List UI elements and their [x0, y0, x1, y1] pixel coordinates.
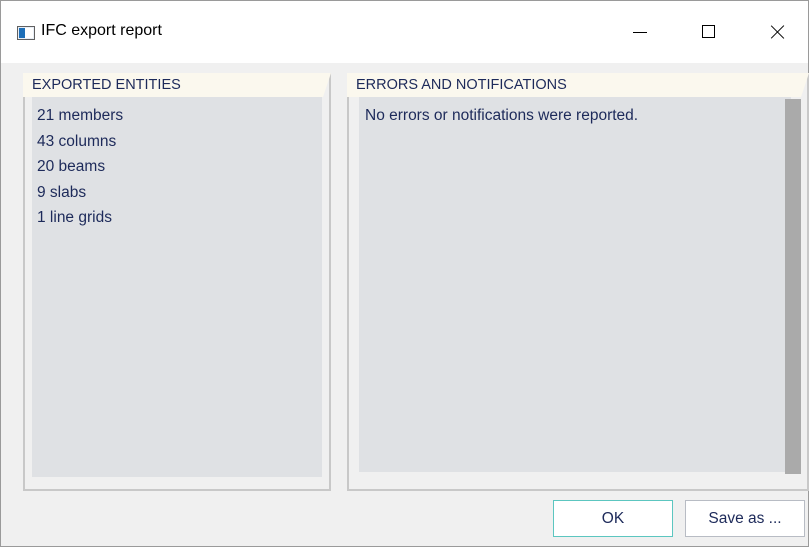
- maximize-button[interactable]: [680, 1, 738, 63]
- minimize-icon: [633, 32, 647, 33]
- errors-notifications-box[interactable]: No errors or notifications were reported…: [359, 97, 791, 472]
- exported-entities-list: 21 members 43 columns 20 beams 9 slabs 1 lin…: [32, 97, 322, 231]
- entity-list-item: 20 beams: [37, 158, 106, 175]
- exported-entities-panel: EXPORTED ENTITIES 21 members 43 columns 20…: [23, 73, 331, 491]
- errors-notifications-message: No errors or notifications were reported…: [365, 107, 639, 124]
- window-title: IFC export report: [41, 22, 162, 39]
- entity-list-item: 1 line grids: [37, 209, 112, 226]
- title-bar[interactable]: IFC export report: [1, 1, 808, 63]
- maximize-icon: [702, 25, 715, 38]
- errors-notifications-panel: ERRORS AND NOTIFICATIONS No errors or no…: [347, 73, 809, 491]
- app-window-icon: [17, 26, 35, 40]
- close-button[interactable]: [749, 1, 807, 63]
- exported-entities-list-box[interactable]: 21 members 43 columns 20 beams 9 slabs 1 lin…: [32, 97, 322, 477]
- minimize-button[interactable]: [611, 1, 669, 63]
- ok-button[interactable]: OK: [553, 500, 673, 537]
- ifc-export-report-dialog: IFC export report EXPORTED ENTITIES 21 m…: [0, 0, 809, 547]
- errors-notifications-header: ERRORS AND NOTIFICATIONS: [347, 73, 809, 97]
- errors-scrollbar[interactable]: [785, 99, 801, 474]
- entity-list-item: 9 slabs: [37, 183, 87, 201]
- entity-list-item: 21 members: [37, 107, 124, 124]
- close-icon: [771, 25, 785, 39]
- entity-list-item: 43 columns: [37, 132, 117, 150]
- save-as-button[interactable]: Save as ...: [685, 500, 805, 537]
- exported-entities-header: EXPORTED ENTITIES: [23, 73, 331, 97]
